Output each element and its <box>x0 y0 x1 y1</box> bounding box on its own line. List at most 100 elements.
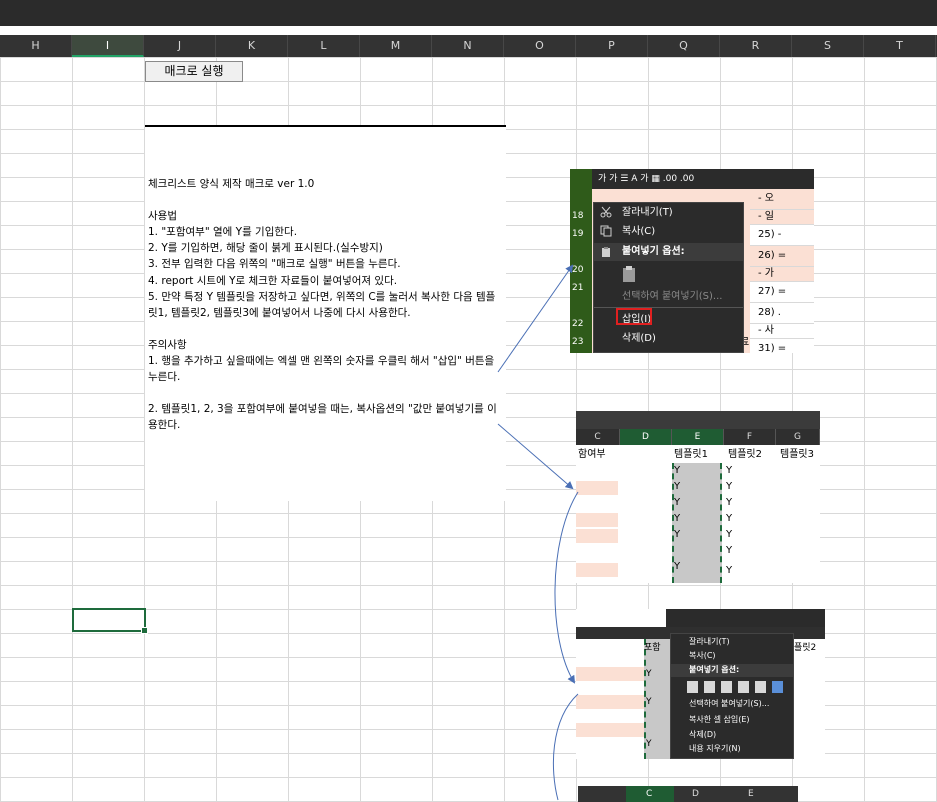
header-fragment-right: 플릿2 <box>794 643 817 653</box>
fill-handle[interactable] <box>141 627 148 634</box>
pink-row <box>576 513 618 527</box>
title-bar <box>0 0 937 26</box>
usage-item-4: 4. report 시트에 Y로 체크한 자료들이 붙여넣어져 있다. <box>148 274 398 287</box>
row-number: 18 <box>572 211 584 221</box>
column-header: E <box>748 789 754 799</box>
usage-item-2: 2. Y를 기입하면, 해당 줄이 붉게 표시된다.(실수방지) <box>148 242 383 255</box>
cell-value: Y <box>726 481 733 492</box>
cell-value: Y <box>726 545 733 556</box>
cell-value: Y <box>726 529 733 540</box>
mini-toolbar-text: 가 가 ☰ A 가 ▦ .00 .00 <box>598 174 695 184</box>
column-header-q[interactable]: Q <box>648 35 720 57</box>
cell: - 일 <box>750 210 814 225</box>
column-header-l[interactable]: L <box>288 35 360 57</box>
paste-options-icons[interactable] <box>687 680 791 694</box>
usage-item-1: 1. "포함여부" 열에 Y를 기입한다. <box>148 226 298 239</box>
paste-clipboard-icon[interactable] <box>622 265 636 283</box>
menu-item-delete[interactable]: 삭제(D) <box>689 729 716 741</box>
column-header-i[interactable]: I <box>72 35 144 57</box>
run-macro-button[interactable]: 매크로 실행 <box>145 61 243 82</box>
cell: 27) = <box>750 282 814 303</box>
column-header-r[interactable]: R <box>720 35 792 57</box>
column-header: C <box>576 429 620 445</box>
column-header-h[interactable]: H <box>0 35 72 57</box>
column-header: E <box>672 429 724 445</box>
background-cells: - 오 - 일 25) - 26) = - 가 27) = 28) . - 사 … <box>750 189 814 353</box>
caution-item-1: 1. 행을 추가하고 싶을때에는 엑셀 맨 왼쪽의 숫자를 우클릭 해서 "삽입… <box>148 355 498 384</box>
screenshot-partial-header: C D E <box>578 786 798 802</box>
screenshot-template-columns: C D E F G 함여부 템플릿1 템플릿2 템플릿3 Y Y Y Y Y Y… <box>576 411 820 583</box>
row-number: 20 <box>572 265 584 275</box>
mini-toolbar <box>666 609 825 627</box>
column-header-bar: H I J K L M N O P Q R S T <box>0 35 937 57</box>
cell-value: Y <box>726 513 733 524</box>
column-header-n[interactable]: N <box>432 35 504 57</box>
toolbar-strip <box>576 411 820 429</box>
menu-item-delete[interactable]: 삭제(D) <box>622 331 656 347</box>
paste-icon <box>602 247 610 257</box>
pink-row <box>576 529 618 543</box>
row-number: 22 <box>572 319 584 329</box>
cell: - 가 <box>750 267 814 282</box>
cell: - 오 <box>750 189 814 210</box>
column-header: C <box>646 789 653 799</box>
header-include: 함여부 <box>578 449 606 460</box>
cell-value: Y <box>646 669 652 679</box>
cell-value: Y <box>726 497 733 508</box>
pink-row <box>576 723 644 737</box>
column-header-k[interactable]: K <box>216 35 288 57</box>
cell-value: Y <box>674 529 681 540</box>
notes-title: 체크리스트 양식 제작 매크로 ver 1.0 <box>148 178 315 190</box>
column-header: F <box>724 429 776 445</box>
insert-highlight-box <box>616 308 652 325</box>
context-menu: 잘라내기(T) 복사(C) 붙여넣기 옵션: 선택하여 붙여넣기(S)... 복… <box>670 633 794 759</box>
header-template2: 템플릿2 <box>728 449 762 460</box>
column-header-o[interactable]: O <box>504 35 576 57</box>
menu-item-cut[interactable]: 잘라내기(T) <box>689 636 730 648</box>
pink-row <box>576 695 644 709</box>
copy-icon <box>600 225 612 237</box>
column-header-t[interactable]: T <box>864 35 936 57</box>
cell: - 사 <box>750 324 814 339</box>
usage-item-5: 5. 만약 특정 Y 템플릿을 저장하고 싶다면, 위쪽의 C를 눌러서 복사한… <box>148 290 496 319</box>
pink-row <box>576 481 618 495</box>
menu-item-paste-special[interactable]: 선택하여 붙여넣기(S)... <box>689 698 769 710</box>
context-menu: 잘라내기(T) 복사(C) 붙여넣기 옵션: 선택하여 붙여넣기(S)... 삽… <box>593 202 744 353</box>
column-header-p[interactable]: P <box>576 35 648 57</box>
column-header-j[interactable]: J <box>144 35 216 57</box>
menu-item-paste-special[interactable]: 선택하여 붙여넣기(S)... <box>622 289 722 305</box>
column-header-m[interactable]: M <box>360 35 432 57</box>
cut-icon <box>600 206 612 218</box>
header-fragment: 포함 <box>644 643 661 653</box>
cell-value: Y <box>646 739 652 749</box>
caution-heading: 주의사항 <box>148 338 187 351</box>
menu-item-copy[interactable]: 복사(C) <box>622 224 655 240</box>
cell-value: Y <box>674 513 681 524</box>
menu-item-cut[interactable]: 잘라내기(T) <box>622 205 673 221</box>
row-number: 23 <box>572 337 584 347</box>
menu-paste-options-label: 붙여넣기 옵션: <box>622 246 685 257</box>
cell: 31) = <box>750 339 814 353</box>
row-number: 21 <box>572 283 584 293</box>
cell-value: Y <box>674 481 681 492</box>
usage-item-3: 3. 전부 입력한 다음 위쪽의 "매크로 실행" 버튼을 누른다. <box>148 258 401 271</box>
cell-value: Y <box>726 465 733 476</box>
cell: 25) - <box>750 225 814 246</box>
caution-item-2: 2. 템플릿1, 2, 3을 포함여부에 붙여넣을 때는, 복사옵션의 "값만 … <box>148 403 497 432</box>
menu-item-insert-copied[interactable]: 복사한 셀 삽입(E) <box>689 714 750 726</box>
instructions-text: 체크리스트 양식 제작 매크로 ver 1.0 사용법 1. "포함여부" 열에 … <box>148 176 504 434</box>
mini-toolbar: 가 가 ☰ A 가 ▦ .00 .00 <box>592 169 814 189</box>
cell-value: Y <box>726 565 733 576</box>
menu-item-clear[interactable]: 내용 지우기(N) <box>689 743 741 755</box>
screenshot-paste-context-menu: 포함 플릿2 Y Y Y 잘라내기(T) 복사(C) 붙여넣기 옵션: 선택하여… <box>576 609 825 759</box>
row-number: 19 <box>572 229 584 239</box>
selected-cell[interactable] <box>72 608 148 634</box>
header-template3: 템플릿3 <box>780 449 814 460</box>
menu-item-copy[interactable]: 복사(C) <box>689 650 716 662</box>
column-header: D <box>620 429 672 445</box>
cell-value: Y <box>674 497 681 508</box>
column-header-s[interactable]: S <box>792 35 864 57</box>
cell: 26) = <box>750 246 814 267</box>
usage-heading: 사용법 <box>148 210 177 223</box>
screenshot-row-context-menu: 가 가 ☰ A 가 ▦ .00 .00 18 19 20 21 22 23 - … <box>570 169 814 353</box>
